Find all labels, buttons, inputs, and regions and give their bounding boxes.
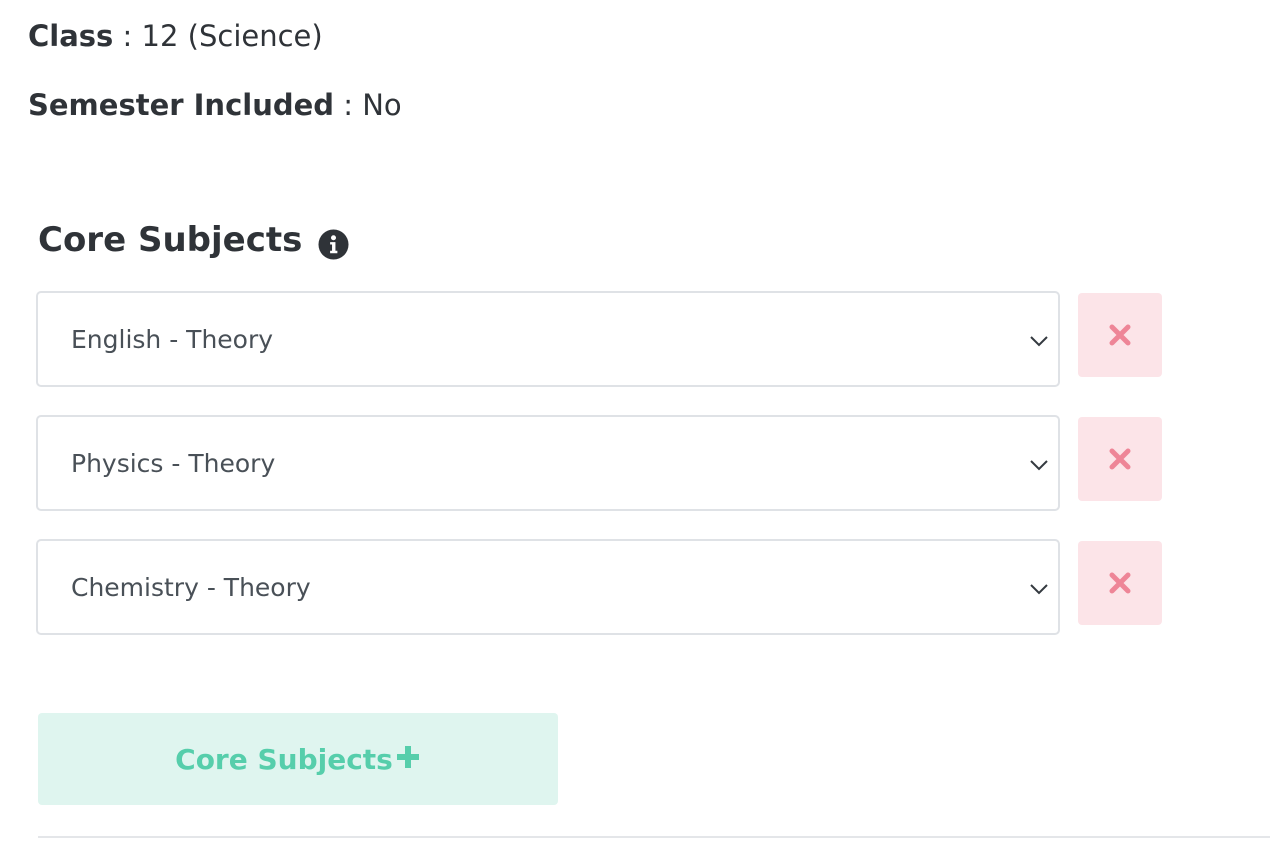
core-subject-row: Chemistry - Theory	[36, 539, 1162, 635]
class-value: : 12 (Science)	[122, 19, 323, 53]
remove-subject-button[interactable]	[1078, 541, 1162, 625]
semester-info: Semester Included : No	[28, 85, 402, 125]
section-divider	[38, 836, 1270, 838]
add-core-subject-label: Core Subjects	[175, 742, 393, 776]
remove-subject-button[interactable]	[1078, 293, 1162, 377]
info-circle-icon[interactable]	[318, 225, 349, 260]
chevron-down-icon	[1030, 584, 1048, 595]
chevron-down-icon	[1030, 460, 1048, 471]
core-subjects-title: Core Subjects	[38, 220, 303, 260]
subject-select-value: Chemistry - Theory	[71, 573, 311, 602]
close-icon	[1109, 572, 1131, 594]
class-info: Class : 12 (Science)	[28, 16, 323, 56]
subject-select[interactable]: English - Theory	[36, 291, 1060, 387]
add-core-subject-button[interactable]: Core Subjects	[38, 713, 558, 805]
subject-select[interactable]: Chemistry - Theory	[36, 539, 1060, 635]
chevron-down-icon	[1030, 336, 1048, 347]
class-label: Class	[28, 19, 114, 53]
remove-subject-button[interactable]	[1078, 417, 1162, 501]
core-subject-row: Physics - Theory	[36, 415, 1162, 511]
close-icon	[1109, 324, 1131, 346]
plus-icon	[396, 746, 419, 768]
subject-select-value: Physics - Theory	[71, 449, 276, 478]
subject-form: Class : 12 (Science) Semester Included :…	[0, 0, 1270, 844]
core-subjects-heading: Core Subjects	[38, 216, 349, 264]
subject-select[interactable]: Physics - Theory	[36, 415, 1060, 511]
subject-select-value: English - Theory	[71, 325, 274, 354]
core-subject-row: English - Theory	[36, 291, 1162, 387]
semester-value: : No	[343, 88, 402, 122]
semester-label: Semester Included	[28, 88, 335, 122]
close-icon	[1109, 448, 1131, 470]
